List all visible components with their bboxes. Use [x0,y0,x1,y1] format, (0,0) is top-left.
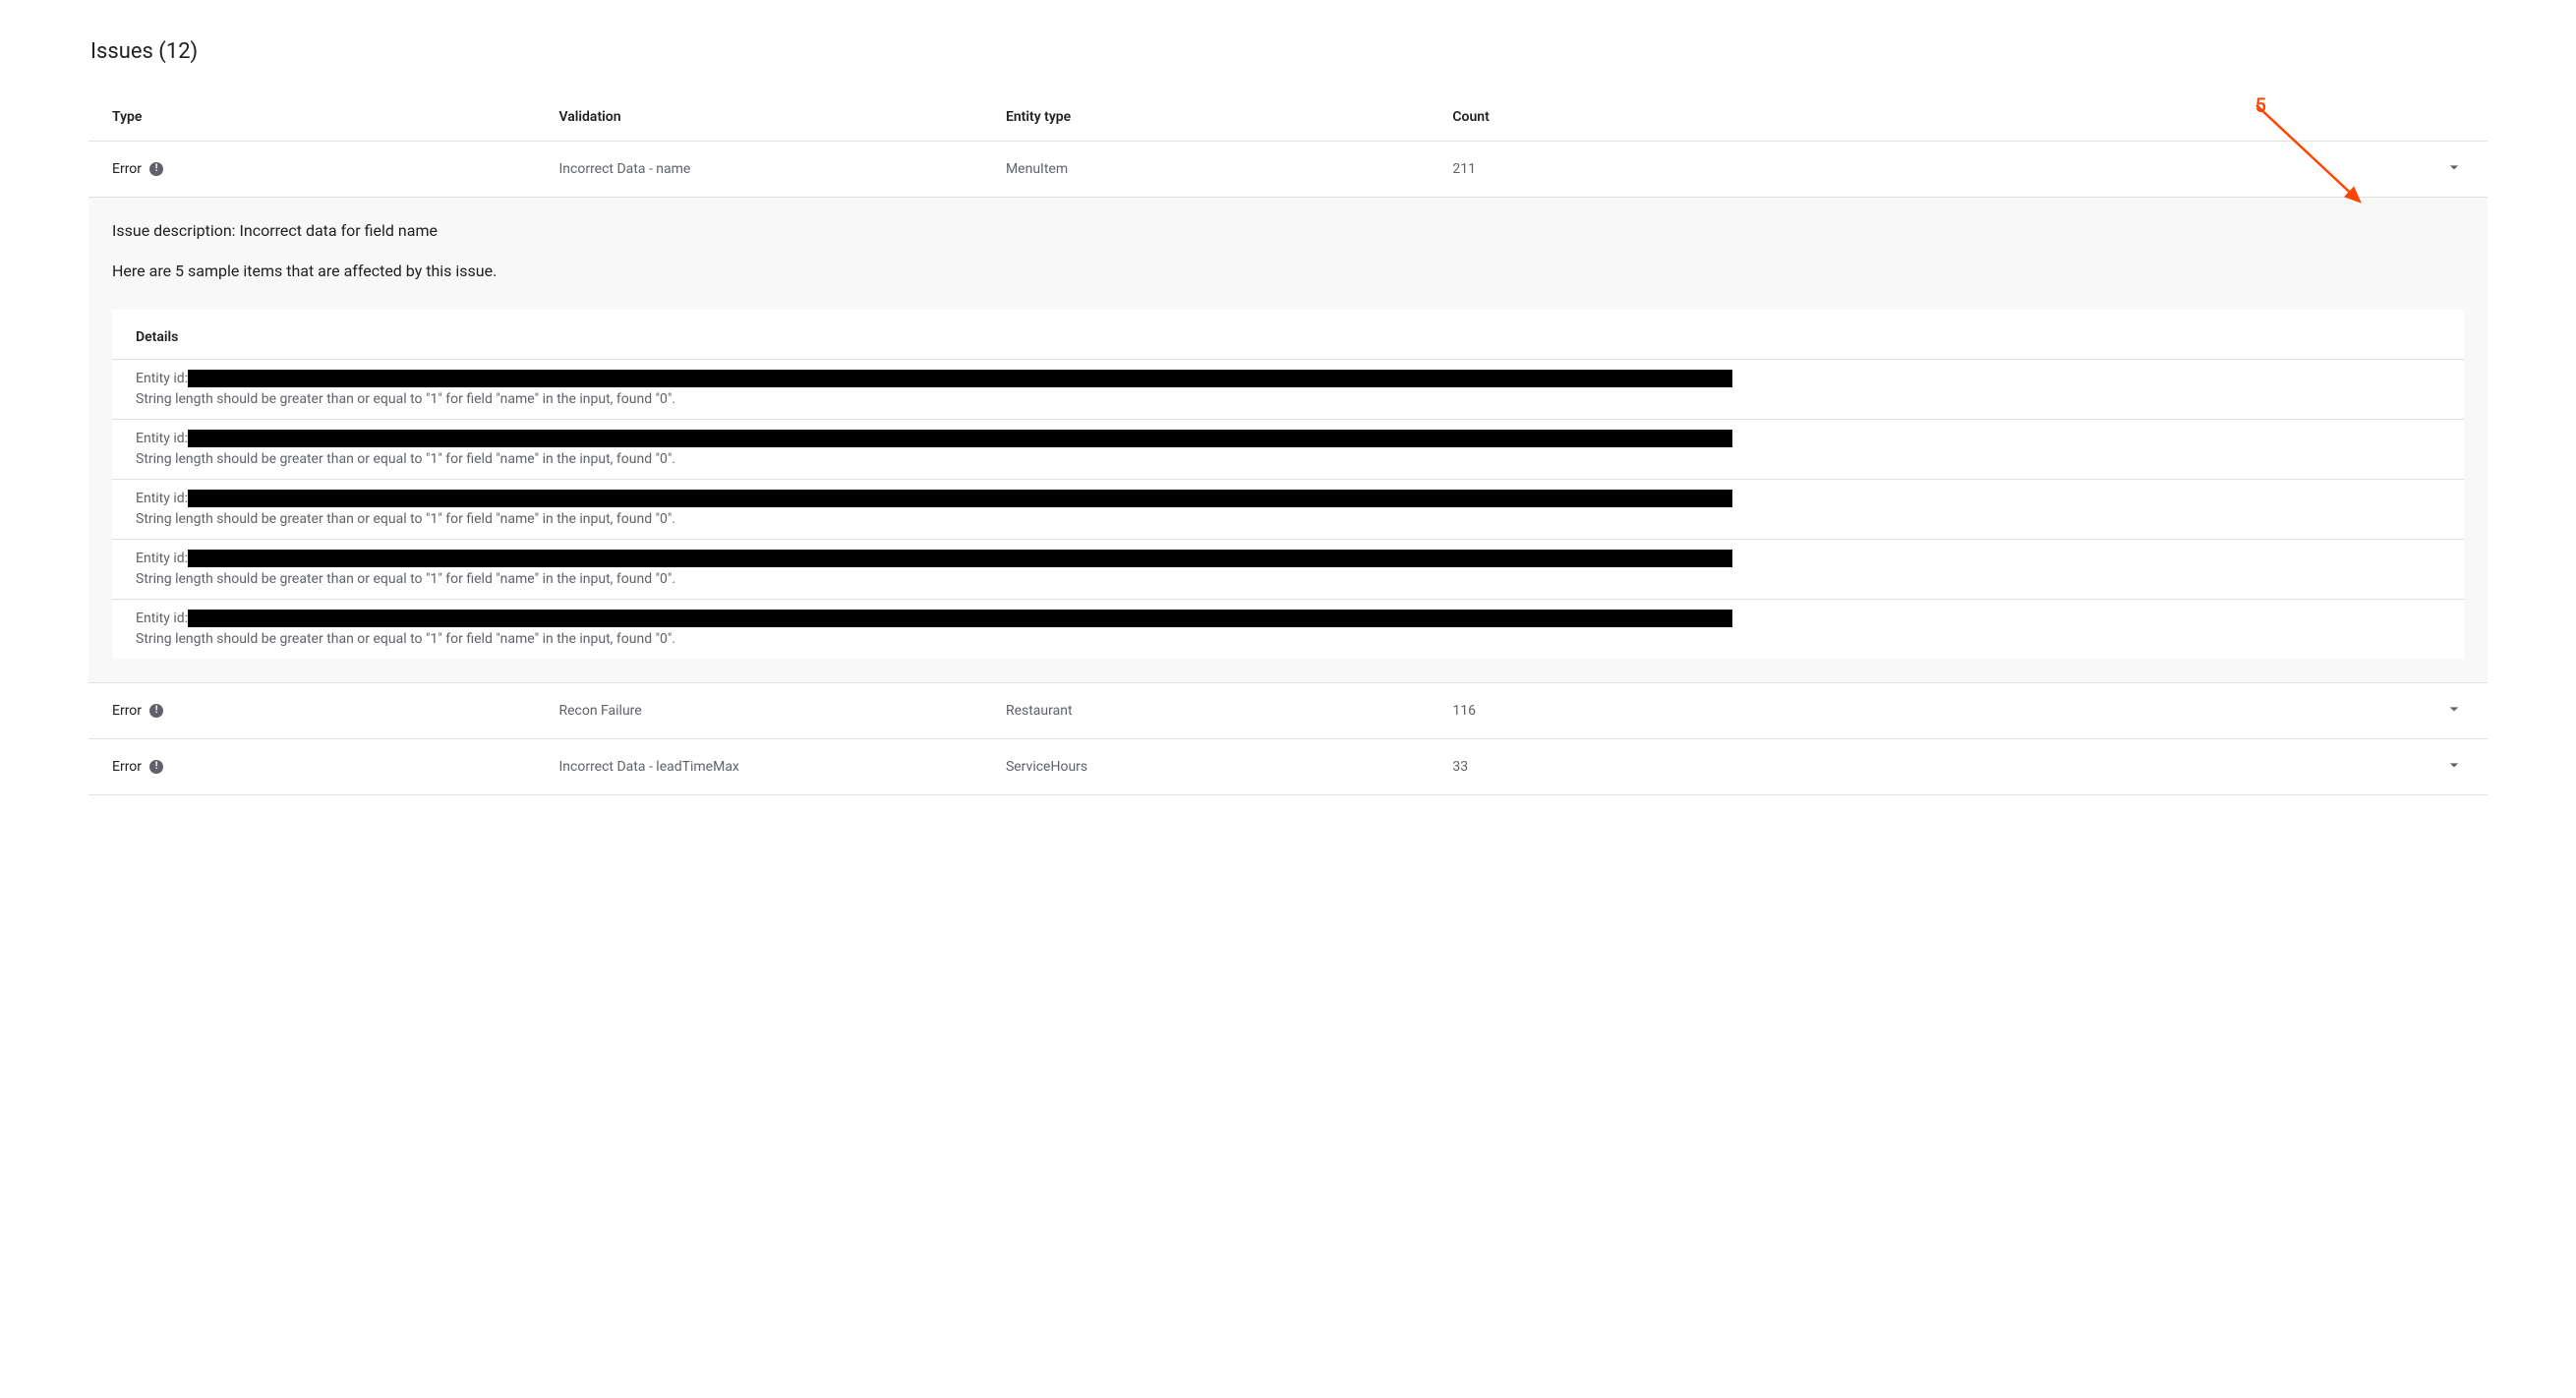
redacted-value [188,490,1731,507]
redacted-value [188,370,1731,387]
column-header-count: Count [1452,109,2275,125]
issue-type: Error ! [112,703,558,719]
detail-item: Entity id: String length should be great… [112,540,2464,600]
column-header-entity-type: Entity type [1006,109,1452,125]
error-icon: ! [149,704,163,718]
issue-row[interactable]: Error ! Incorrect Data - name MenuItem 2… [88,142,2488,198]
issue-type: Error ! [112,759,558,775]
entity-id-label: Entity id: [136,491,188,506]
detail-item: Entity id: String length should be great… [112,420,2464,480]
issue-entity-type: Restaurant [1006,703,1452,719]
details-title: Details [112,310,2464,360]
issue-expanded-panel: Issue description: Incorrect data for fi… [88,198,2488,683]
entity-id-label: Entity id: [136,431,188,446]
redacted-value [188,430,1731,447]
type-label: Error [112,161,142,177]
issue-row[interactable]: Error ! Incorrect Data - leadTimeMax Ser… [88,739,2488,795]
issues-table: Type Validation Entity type Count Error … [88,93,2488,795]
entity-id-label: Entity id: [136,611,188,626]
type-label: Error [112,703,142,719]
details-card: Details Entity id: String length should … [112,310,2464,659]
issue-row[interactable]: Error ! Recon Failure Restaurant 116 [88,683,2488,739]
detail-message: String length should be greater than or … [136,571,2440,587]
issue-count: 211 [1452,161,2275,177]
issue-entity-type: ServiceHours [1006,759,1452,775]
entity-id-label: Entity id: [136,371,188,386]
sample-text: Here are 5 sample items that are affecte… [112,262,2464,280]
detail-message: String length should be greater than or … [136,631,2440,647]
detail-item: Entity id: String length should be great… [112,600,2464,659]
issue-count: 116 [1452,703,2275,719]
issue-validation: Incorrect Data - name [558,161,1005,177]
issue-description: Issue description: Incorrect data for fi… [112,221,2464,240]
page-title: Issues (12) [90,39,2488,64]
issue-entity-type: MenuItem [1006,161,1452,177]
issue-validation: Recon Failure [558,703,1005,719]
chevron-down-icon[interactable] [2444,699,2464,723]
detail-message: String length should be greater than or … [136,451,2440,467]
chevron-down-icon[interactable] [2444,755,2464,779]
type-label: Error [112,759,142,775]
issue-validation: Incorrect Data - leadTimeMax [558,759,1005,775]
redacted-value [188,610,1731,627]
redacted-value [188,550,1731,567]
detail-message: String length should be greater than or … [136,511,2440,527]
issue-count: 33 [1452,759,2275,775]
issue-type: Error ! [112,161,558,177]
error-icon: ! [149,760,163,774]
detail-item: Entity id: String length should be great… [112,360,2464,420]
entity-id-label: Entity id: [136,551,188,566]
column-header-validation: Validation [558,109,1005,125]
detail-item: Entity id: String length should be great… [112,480,2464,540]
table-header: Type Validation Entity type Count [88,93,2488,142]
column-header-type: Type [112,109,558,125]
chevron-down-icon[interactable] [2444,157,2464,181]
detail-message: String length should be greater than or … [136,391,2440,407]
error-icon: ! [149,162,163,176]
